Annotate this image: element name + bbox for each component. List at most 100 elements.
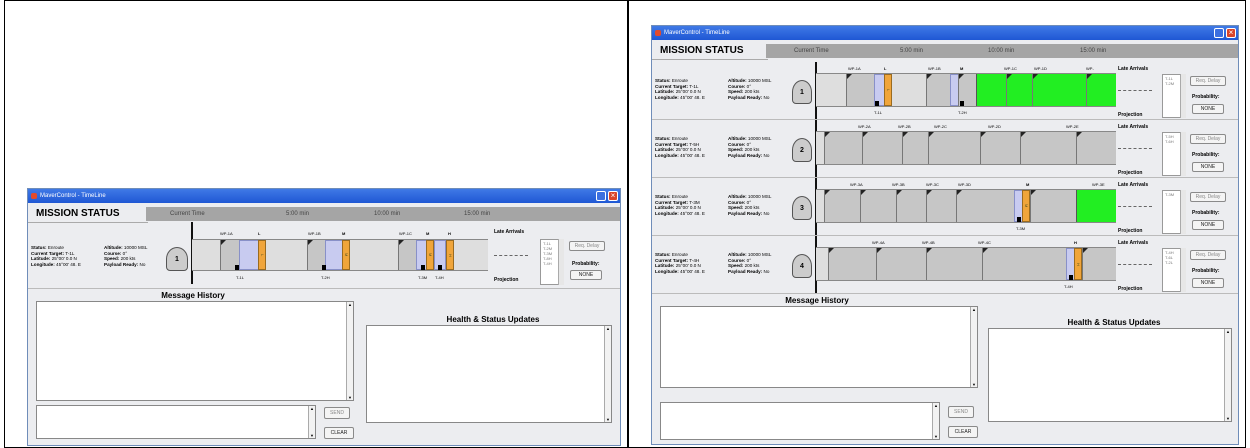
target-label: T-4H bbox=[1064, 284, 1073, 289]
req-delay-button[interactable]: Req. Delay bbox=[569, 241, 605, 251]
segment[interactable] bbox=[926, 190, 956, 222]
segment[interactable] bbox=[876, 248, 926, 280]
message-scrollbar[interactable] bbox=[346, 302, 353, 400]
mission-info: Status: Enroute Current Target: T-1L Lat… bbox=[31, 245, 81, 267]
message-history-box[interactable] bbox=[36, 301, 354, 401]
send-button[interactable]: SEND bbox=[948, 406, 974, 418]
input-scrollbar[interactable] bbox=[932, 403, 939, 439]
close-button[interactable]: × bbox=[1226, 28, 1236, 38]
timeline-track[interactable]: L bbox=[816, 73, 1116, 107]
waypoint-label: M bbox=[1026, 182, 1030, 187]
probability-none-button[interactable]: NONE bbox=[1192, 220, 1224, 230]
mission-row-1: Status: Enroute Current Target: T-1L Lat… bbox=[28, 222, 620, 289]
segment[interactable] bbox=[982, 248, 1066, 280]
send-button[interactable]: SEND bbox=[324, 407, 350, 419]
right-panel: MaverControl - TimeLine × MISSION STATUS… bbox=[628, 0, 1246, 448]
segment[interactable] bbox=[1082, 248, 1116, 280]
target-marker bbox=[1069, 275, 1073, 280]
segment[interactable] bbox=[1020, 132, 1076, 164]
payload-value: No bbox=[763, 268, 770, 274]
waypoint-label: WP-4C bbox=[978, 240, 991, 245]
waypoint-label: WP-3A bbox=[850, 182, 863, 187]
green-zone[interactable] bbox=[1076, 190, 1116, 222]
uav-badge-3[interactable]: 3 bbox=[792, 196, 812, 220]
req-delay-button[interactable]: Req. Delay bbox=[1190, 250, 1226, 260]
health-status-box[interactable] bbox=[988, 328, 1232, 422]
health-scrollbar[interactable] bbox=[604, 326, 611, 422]
target-marker bbox=[960, 101, 964, 106]
health-status-box[interactable] bbox=[366, 325, 612, 423]
segment[interactable] bbox=[956, 190, 1014, 222]
minimize-button[interactable] bbox=[1214, 28, 1224, 38]
message-input[interactable] bbox=[36, 405, 316, 439]
left-panel: MaverControl - TimeLine × MISSION STATUS… bbox=[4, 0, 628, 448]
list-scrollbar[interactable] bbox=[1180, 132, 1186, 176]
message-scrollbar[interactable] bbox=[970, 307, 977, 387]
loiter-block[interactable] bbox=[239, 240, 259, 270]
window-titlebar[interactable]: MaverControl - TimeLine × bbox=[28, 189, 620, 203]
message-input[interactable] bbox=[660, 402, 940, 440]
segment[interactable] bbox=[824, 132, 862, 164]
input-scrollbar[interactable] bbox=[308, 406, 315, 438]
health-scrollbar[interactable] bbox=[1224, 329, 1231, 421]
probability-none-button[interactable]: NONE bbox=[1192, 278, 1224, 288]
list-scrollbar[interactable] bbox=[1180, 190, 1186, 234]
list-scrollbar[interactable] bbox=[1180, 74, 1186, 118]
timeline-track[interactable] bbox=[816, 131, 1116, 165]
probability-none-button[interactable]: NONE bbox=[1192, 162, 1224, 172]
green-zone[interactable] bbox=[976, 74, 1116, 106]
segment[interactable] bbox=[1030, 190, 1076, 222]
uav-badge-4[interactable]: 4 bbox=[792, 254, 812, 278]
list-scrollbar[interactable] bbox=[1180, 248, 1186, 292]
target-block-L[interactable]: L bbox=[258, 240, 266, 270]
alt-key: Altitude: bbox=[104, 245, 123, 250]
segment[interactable] bbox=[862, 132, 902, 164]
req-delay-button[interactable]: Req. Delay bbox=[1190, 192, 1226, 202]
segment[interactable] bbox=[1076, 132, 1116, 164]
list-scrollbar[interactable] bbox=[558, 239, 564, 285]
segment[interactable] bbox=[926, 248, 982, 280]
segment[interactable] bbox=[1032, 74, 1038, 106]
segment[interactable] bbox=[1006, 74, 1012, 106]
target-block-L[interactable]: L bbox=[884, 74, 892, 106]
mission-info-right: Altitude: 10000 MSL Course: 0° Speed: 20… bbox=[728, 136, 771, 158]
req-delay-button[interactable]: Req. Delay bbox=[1190, 76, 1226, 86]
probability-label: Probability: bbox=[1192, 152, 1220, 158]
segment[interactable] bbox=[928, 132, 980, 164]
target-block-M[interactable]: M bbox=[426, 240, 434, 270]
timeline-track[interactable]: L M M H bbox=[192, 239, 488, 271]
uav-badge-2[interactable]: 2 bbox=[792, 138, 812, 162]
projection-label: Projection bbox=[1118, 170, 1143, 176]
probability-none-button[interactable]: NONE bbox=[570, 270, 602, 280]
probability-label: Probability: bbox=[1192, 94, 1220, 100]
waypoint-label: M bbox=[342, 231, 346, 236]
req-delay-button[interactable]: Req. Delay bbox=[1190, 134, 1226, 144]
target-block-H[interactable]: H bbox=[446, 240, 454, 270]
timeline-window-small: MaverControl - TimeLine × MISSION STATUS… bbox=[27, 188, 621, 446]
segment[interactable] bbox=[860, 190, 896, 222]
target-block-M[interactable]: M bbox=[342, 240, 350, 270]
window-title: MaverControl - TimeLine bbox=[664, 30, 730, 36]
minimize-button[interactable] bbox=[596, 191, 606, 201]
clear-button[interactable]: CLEAR bbox=[324, 427, 354, 439]
probability-none-button[interactable]: NONE bbox=[1192, 104, 1224, 114]
timeline-track[interactable]: H bbox=[816, 247, 1116, 281]
target-block-M[interactable]: M bbox=[1022, 190, 1030, 222]
app-icon bbox=[31, 193, 37, 199]
uav-badge-1[interactable]: 1 bbox=[166, 247, 188, 271]
timeline-track[interactable]: M bbox=[816, 189, 1116, 223]
segment[interactable] bbox=[828, 248, 876, 280]
segment[interactable] bbox=[846, 74, 876, 106]
close-button[interactable]: × bbox=[608, 191, 618, 201]
segment[interactable] bbox=[824, 190, 860, 222]
projection-label: Projection bbox=[494, 277, 519, 283]
message-history-box[interactable] bbox=[660, 306, 978, 388]
target-block-H[interactable]: H bbox=[1074, 248, 1082, 280]
segment[interactable] bbox=[896, 190, 926, 222]
segment[interactable] bbox=[1086, 74, 1092, 106]
segment[interactable] bbox=[902, 132, 928, 164]
clear-button[interactable]: CLEAR bbox=[948, 426, 978, 438]
window-titlebar[interactable]: MaverControl - TimeLine × bbox=[652, 26, 1238, 40]
segment[interactable] bbox=[980, 132, 1020, 164]
uav-badge-1[interactable]: 1 bbox=[792, 80, 812, 104]
